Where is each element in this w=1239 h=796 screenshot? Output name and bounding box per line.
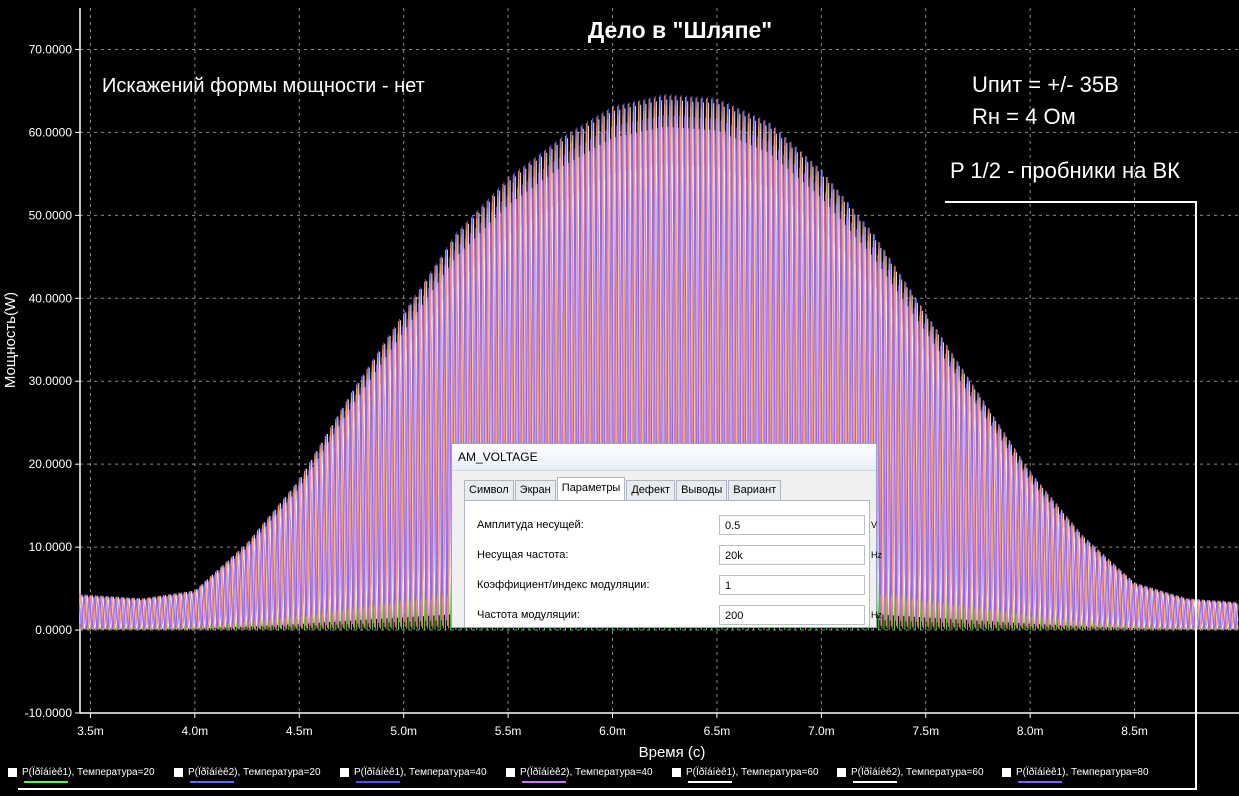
param-row-carrier-frequency: Несущая частота: 20k Hz [477,545,882,567]
tab-Символ[interactable]: Символ [464,480,514,500]
modulation-index-field[interactable]: 1 [719,575,865,595]
y-tick-label: 60.0000 [29,125,73,139]
am-voltage-dialog[interactable]: AM_VOLTAGE Символ Экран Параметры Дефект Выв… [451,443,882,628]
power-chart: 3.5m 4.0m 4.5m 5.0m 5.5m 6.0m 6.5m 7.0m 7.5m 8.0m… [2,8,1239,790]
y-tick-label: 10.0000 [29,540,73,554]
legend-label: P(Ïðîáíèê1), Температура=60 [686,766,819,778]
param-unit: Hz [871,610,882,620]
y-tick-label: 50.0000 [29,208,73,222]
tab-Вариант[interactable]: Вариант [728,480,782,500]
legend-label: P(Ïðîáíèê2), Температура=60 [851,766,984,778]
legend-checkbox[interactable] [506,768,515,777]
modulation-frequency-field[interactable]: 200 [719,605,865,625]
param-unit: V [871,520,878,530]
legend-checkbox[interactable] [8,768,17,777]
x-tick-label: 8.0m [1017,724,1044,738]
tab-Экран[interactable]: Экран [514,480,556,500]
legend-label: P(Ïðîáíèê2), Температура=20 [188,766,321,778]
y-tick-label: 30.0000 [29,374,73,388]
param-label: Амплитуда несущей: [477,519,584,531]
annotation-no-distortion: Искажений формы мощности - нет [102,75,425,97]
annotation-supply: Uпит = +/- 35В [972,72,1119,97]
tab-Параметры[interactable]: Параметры [556,477,626,501]
param-label: Несущая частота: [477,549,569,561]
legend-checkbox[interactable] [837,768,846,777]
annotation-load: Rн = 4 Ом [972,104,1076,129]
x-tick-label: 3.5m [77,724,104,738]
x-tick-label: 6.5m [704,724,731,738]
legend-label: P(Ïðîáíèê1), Температура=40 [354,766,487,778]
dialog-title: AM_VOLTAGE [452,444,876,471]
param-row-modulation-frequency: Частота модуляции: 200 Hz [477,605,882,627]
param-unit: Hz [871,550,882,560]
legend-checkbox[interactable] [340,768,349,777]
y-tick-label: 70.0000 [29,42,73,56]
x-tick-label: 4.5m [286,724,313,738]
x-tick-label: 8.5m [1121,724,1148,738]
x-tick-label: 7.5m [912,724,939,738]
amplitude-field[interactable]: 0.5 [719,515,865,535]
y-tick-label: 0.0000 [35,623,72,637]
carrier-frequency-field[interactable]: 20k [719,545,865,565]
legend-checkbox[interactable] [174,768,183,777]
y-tick-label: -10.0000 [25,706,73,720]
x-tick-label: 7.0m [808,724,835,738]
x-tick-label: 5.5m [495,724,522,738]
x-tick-label: 6.0m [599,724,626,738]
param-label: Частота модуляции: [477,609,580,621]
legend-checkbox[interactable] [1002,768,1011,777]
dialog-tabs: Символ Экран Параметры Дефект Выводы Вариант [464,477,782,501]
param-row-amplitude: Амплитуда несущей: 0.5 V [477,515,877,537]
param-row-modulation-index: Коэффициент/индекс модуляции: 1 [477,575,869,597]
parameters-panel: Амплитуда несущей: 0.5 V Несущая частота… [464,500,882,627]
y-tick-label: 40.0000 [29,291,73,305]
tab-Дефект[interactable]: Дефект [626,480,676,500]
y-axis-label: Мощность(W) [2,292,19,388]
y-tick-label: 20.0000 [29,457,73,471]
x-axis-label: Время (с) [639,744,706,761]
legend-checkbox[interactable] [672,768,681,777]
param-label: Коэффициент/индекс модуляции: [477,579,650,591]
chart-legend: P(Ïðîáíèê1), Температура=20 P(Ïðîáíèê2), … [8,766,1149,783]
chart-title: Дело в "Шляпе" [588,17,772,43]
x-tick-label: 4.0m [182,724,209,738]
legend-label: P(Ïðîáíèê1), Температура=20 [22,766,155,778]
x-tick-label: 5.0m [390,724,417,738]
annotation-probes: P 1/2 - пробники на ВК [950,158,1180,183]
legend-label: P(Ïðîáíèê1), Температура=80 [1016,766,1149,778]
tab-Выводы[interactable]: Выводы [676,480,728,500]
legend-label: P(Ïðîáíèê2), Температура=40 [520,766,653,778]
